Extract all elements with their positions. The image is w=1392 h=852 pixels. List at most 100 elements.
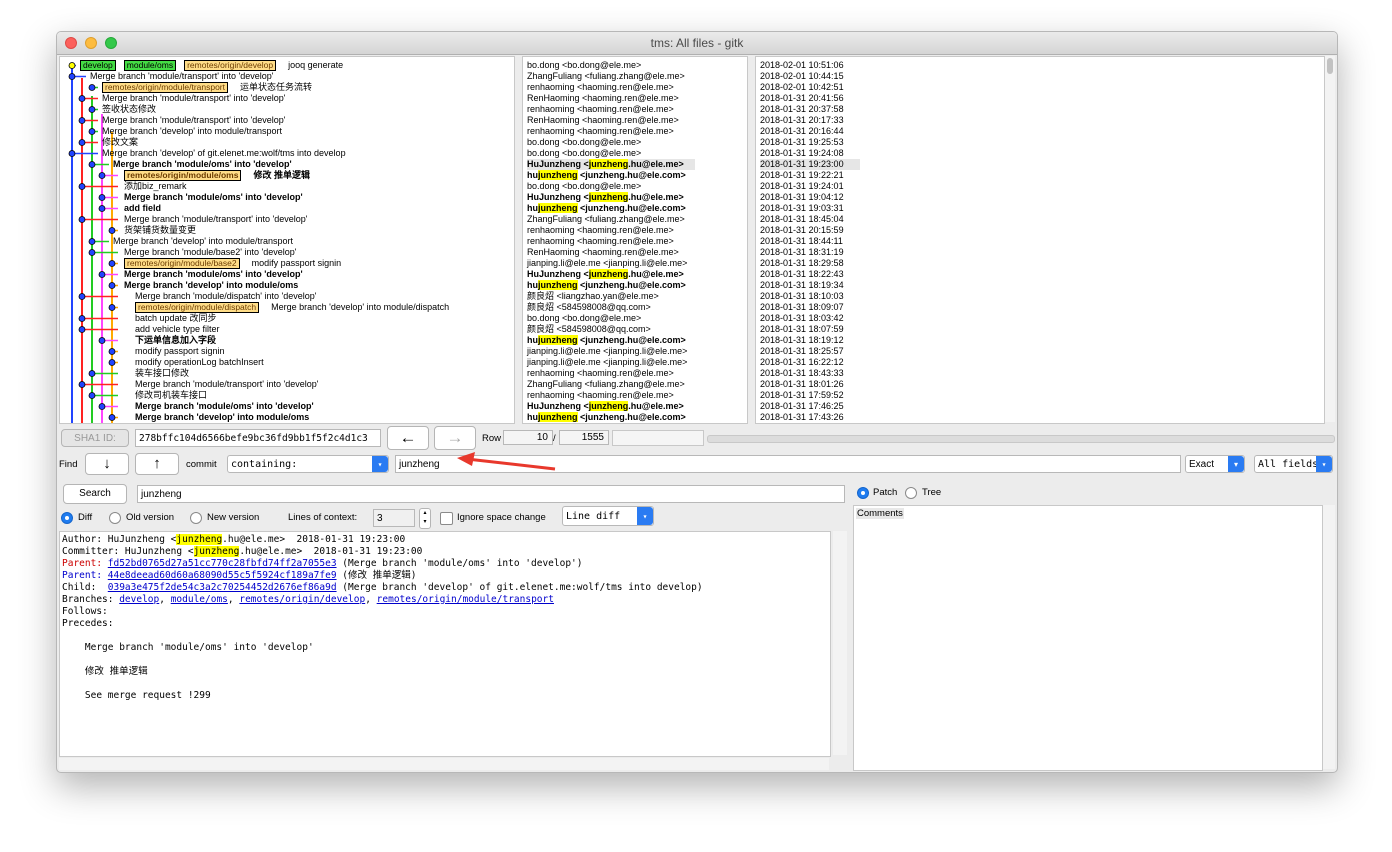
- commit-row[interactable]: 签收状态修改: [102, 104, 156, 115]
- author-cell[interactable]: 颜良炤 <584598008@qq.com>: [527, 324, 651, 335]
- date-cell[interactable]: 2018-01-31 19:22:21: [760, 170, 844, 181]
- file-list-scrollbar[interactable]: [1323, 505, 1335, 769]
- commit-list-scrollbar[interactable]: [1325, 56, 1335, 422]
- branch-link[interactable]: module/oms: [171, 594, 228, 605]
- date-cell[interactable]: 2018-01-31 19:03:31: [760, 203, 844, 214]
- tree-radio[interactable]: [905, 487, 917, 499]
- date-cell[interactable]: 2018-01-31 18:03:42: [760, 313, 844, 324]
- author-cell[interactable]: renhaoming <haoming.ren@ele.me>: [527, 225, 674, 236]
- child-link[interactable]: 039a3e475f2de54c3a2c70254452d2676ef86a9d: [108, 582, 337, 593]
- author-cell[interactable]: hujunzheng <junzheng.hu@ele.com>: [527, 335, 686, 346]
- author-cell[interactable]: ZhangFuliang <fuliang.zhang@ele.me>: [527, 379, 685, 390]
- old-version-radio[interactable]: [109, 512, 121, 524]
- branch-link[interactable]: remotes/origin/module/transport: [377, 594, 554, 605]
- commit-row[interactable]: Merge branch 'module/oms' into 'develop': [124, 269, 303, 280]
- author-cell[interactable]: HuJunzheng <junzheng.hu@ele.me>: [527, 192, 684, 203]
- sha1-field[interactable]: 278bffc104d6566befe9bc36fd9bb1f5f2c4d1c3: [135, 429, 381, 447]
- commit-row[interactable]: Merge branch 'module/oms' into 'develop': [135, 401, 314, 412]
- commit-row[interactable]: develop module/oms remotes/origin/develop j…: [80, 60, 343, 71]
- date-cell[interactable]: 2018-01-31 18:22:43: [760, 269, 844, 280]
- date-cell[interactable]: 2018-01-31 20:41:56: [760, 93, 844, 104]
- find-fields-dropdown[interactable]: All fields ▾: [1254, 455, 1333, 473]
- date-cell[interactable]: 2018-01-31 18:31:19: [760, 247, 844, 258]
- author-cell[interactable]: hujunzheng <junzheng.hu@ele.com>: [527, 170, 686, 181]
- date-cell[interactable]: 2018-02-01 10:51:06: [760, 60, 844, 71]
- author-cell[interactable]: hujunzheng <junzheng.hu@ele.com>: [527, 412, 686, 423]
- line-diff-dropdown[interactable]: Line diff ▾: [562, 506, 654, 526]
- author-cell[interactable]: ZhangFuliang <fuliang.zhang@ele.me>: [527, 214, 685, 225]
- author-cell[interactable]: hujunzheng <junzheng.hu@ele.com>: [527, 203, 686, 214]
- author-cell[interactable]: renhaoming <haoming.ren@ele.me>: [527, 368, 674, 379]
- search-input[interactable]: junzheng: [137, 485, 845, 503]
- author-cell[interactable]: jianping.li@ele.me <jianping.li@ele.me>: [527, 258, 687, 269]
- author-cell[interactable]: bo.dong <bo.dong@ele.me>: [527, 313, 641, 324]
- commit-row[interactable]: modify passport signin: [135, 346, 225, 357]
- commit-row[interactable]: Merge branch 'develop' into module/oms: [135, 412, 309, 423]
- commit-row[interactable]: add field: [124, 203, 161, 214]
- find-type-dropdown[interactable]: containing: ▾: [227, 455, 389, 473]
- commit-row[interactable]: Merge branch 'module/oms' into 'develop': [124, 192, 303, 203]
- date-cell[interactable]: 2018-01-31 17:59:52: [760, 390, 844, 401]
- branch-ref-tag[interactable]: remotes/origin/module/dispatch: [135, 302, 260, 313]
- author-cell[interactable]: HuJunzheng <junzheng.hu@ele.me>: [527, 401, 684, 412]
- commit-row[interactable]: Merge branch 'module/transport' into 'de…: [102, 115, 285, 126]
- author-cell[interactable]: RenHaoming <haoming.ren@ele.me>: [527, 93, 679, 104]
- branch-ref-tag[interactable]: module/oms: [123, 60, 177, 71]
- commit-row[interactable]: Merge branch 'module/transport' into 'de…: [102, 93, 285, 104]
- author-cell[interactable]: 颜良炤 <584598008@qq.com>: [527, 302, 651, 313]
- author-cell[interactable]: renhaoming <haoming.ren@ele.me>: [527, 82, 674, 93]
- back-button[interactable]: ←: [387, 426, 429, 450]
- commit-row[interactable]: remotes/origin/module/dispatch Merge bran…: [135, 302, 449, 313]
- date-cell[interactable]: 2018-01-31 19:23:00: [760, 159, 860, 170]
- branch-ref-tag[interactable]: remotes/origin/develop: [184, 60, 277, 71]
- branch-ref-tag[interactable]: develop: [80, 60, 116, 71]
- find-next-button[interactable]: ↓: [85, 453, 129, 475]
- author-cell[interactable]: jianping.li@ele.me <jianping.li@ele.me>: [527, 346, 687, 357]
- author-cell[interactable]: ZhangFuliang <fuliang.zhang@ele.me>: [527, 71, 685, 82]
- commit-row[interactable]: 货架铺货数量变更: [124, 225, 196, 236]
- date-cell[interactable]: 2018-01-31 20:15:59: [760, 225, 844, 236]
- author-cell[interactable]: jianping.li@ele.me <jianping.li@ele.me>: [527, 357, 687, 368]
- date-cell[interactable]: 2018-01-31 20:37:58: [760, 104, 844, 115]
- date-cell[interactable]: 2018-01-31 19:24:08: [760, 148, 844, 159]
- date-cell[interactable]: 2018-01-31 18:10:03: [760, 291, 844, 302]
- author-cell[interactable]: renhaoming <haoming.ren@ele.me>: [527, 236, 674, 247]
- diff-radio[interactable]: [61, 512, 73, 524]
- patch-radio[interactable]: [857, 487, 869, 499]
- date-cell[interactable]: 2018-02-01 10:42:51: [760, 82, 844, 93]
- date-cell[interactable]: 2018-01-31 18:44:11: [760, 236, 843, 247]
- pane-splitter-track[interactable]: [707, 435, 1335, 443]
- commit-row[interactable]: remotes/origin/module/base2 modify passpo…: [124, 258, 341, 269]
- details-hscrollbar[interactable]: [59, 758, 829, 770]
- date-cell[interactable]: 2018-01-31 20:16:44: [760, 126, 844, 137]
- file-list-pane[interactable]: Comments: [853, 505, 1323, 771]
- author-pane[interactable]: bo.dong <bo.dong@ele.me> ZhangFuliang <fu…: [522, 56, 748, 424]
- date-cell[interactable]: 2018-01-31 18:43:33: [760, 368, 844, 379]
- commit-row[interactable]: add vehicle type filter: [135, 324, 220, 335]
- author-cell[interactable]: HuJunzheng <junzheng.hu@ele.me>: [527, 159, 695, 170]
- branch-ref-tag[interactable]: remotes/origin/module/base2: [124, 258, 240, 269]
- forward-button[interactable]: →: [434, 426, 476, 450]
- commit-row[interactable]: 修改司机装车接口: [135, 390, 207, 401]
- date-cell[interactable]: 2018-01-31 18:19:12: [760, 335, 844, 346]
- commit-row[interactable]: Merge branch 'module/transport' into 'de…: [90, 71, 273, 82]
- branch-link[interactable]: remotes/origin/develop: [239, 594, 365, 605]
- author-cell[interactable]: renhaoming <haoming.ren@ele.me>: [527, 104, 674, 115]
- parent1-link[interactable]: fd52bd0765d27a51cc770c28fbfd74ff2a7055e3: [108, 558, 337, 569]
- date-cell[interactable]: 2018-01-31 18:25:57: [760, 346, 844, 357]
- author-cell[interactable]: bo.dong <bo.dong@ele.me>: [527, 60, 641, 71]
- author-cell[interactable]: bo.dong <bo.dong@ele.me>: [527, 181, 641, 192]
- date-cell[interactable]: 2018-01-31 18:45:04: [760, 214, 844, 225]
- date-cell[interactable]: 2018-01-31 19:24:01: [760, 181, 844, 192]
- author-cell[interactable]: RenHaoming <haoming.ren@ele.me>: [527, 247, 679, 258]
- commit-row[interactable]: Merge branch 'develop' of git.elenet.me:…: [102, 148, 346, 159]
- branch-ref-tag[interactable]: remotes/origin/module/oms: [124, 170, 242, 181]
- date-cell[interactable]: 2018-01-31 18:09:07: [760, 302, 844, 313]
- commit-row[interactable]: 修改文案: [102, 137, 138, 148]
- details-scrollbar[interactable]: [833, 531, 847, 755]
- comments-entry[interactable]: Comments: [856, 508, 904, 519]
- commit-row[interactable]: Merge branch 'develop' into module/trans…: [113, 236, 293, 247]
- new-version-radio[interactable]: [190, 512, 202, 524]
- commit-row[interactable]: Merge branch 'module/oms' into 'develop': [113, 159, 292, 170]
- commit-row[interactable]: batch update 改同步: [135, 313, 217, 324]
